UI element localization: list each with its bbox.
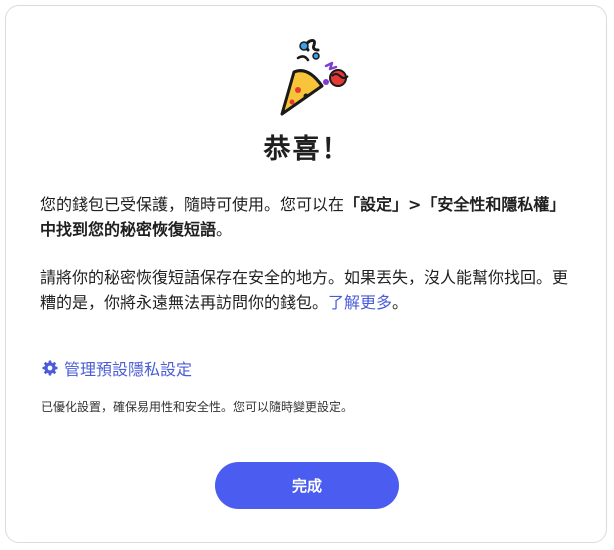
message-text-end: 。 bbox=[216, 220, 233, 239]
warning-text: 請將你的秘密恢復短語保存在安全的地方。如果丟失，沒人能幫你找回。更糟的是，你將永… bbox=[40, 268, 569, 312]
wallet-protected-message: 您的錢包已受保護，隨時可使用。您可以在「設定」>「安全性和隱私權」中找到您的秘密… bbox=[40, 192, 580, 242]
dialog-title: 恭喜！ bbox=[263, 134, 351, 165]
done-button[interactable]: 完成 bbox=[215, 462, 399, 509]
completion-dialog: 恭喜！ 您的錢包已受保護，隨時可使用。您可以在「設定」>「安全性和隱私權」中找到… bbox=[5, 5, 607, 543]
backup-warning-message: 請將你的秘密恢復短語保存在安全的地方。如果丟失，沒人能幫你找回。更糟的是，你將永… bbox=[40, 265, 580, 315]
privacy-link-label: 管理預設隱私設定 bbox=[64, 360, 193, 379]
party-popper-icon bbox=[280, 39, 349, 116]
learn-more-link[interactable]: 了解更多 bbox=[328, 293, 392, 312]
warning-text-end: 。 bbox=[392, 293, 409, 312]
manage-privacy-settings-link[interactable]: 管理預設隱私設定 bbox=[42, 355, 192, 381]
gear-icon bbox=[42, 360, 58, 376]
message-text: 您的錢包已受保護，隨時可使用。您可以在 bbox=[40, 195, 345, 214]
settings-note: 已優化設置，確保易用性和安全性。您可以隨時變更設定。 bbox=[41, 400, 354, 414]
